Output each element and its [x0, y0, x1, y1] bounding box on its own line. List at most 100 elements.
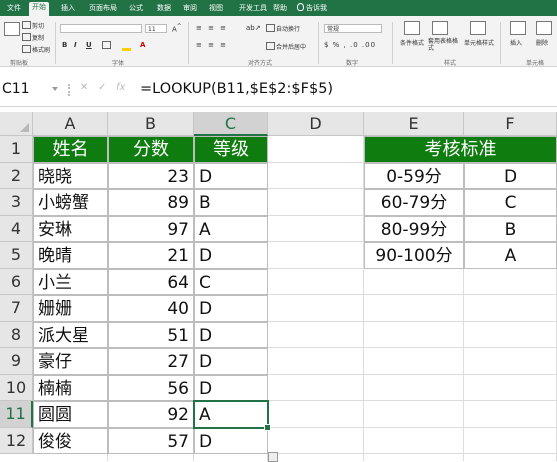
insert-cells-button[interactable]: 插入: [510, 38, 522, 47]
tab-insert[interactable]: 插入: [58, 3, 78, 16]
copy-button[interactable]: 复制: [22, 33, 44, 42]
row-header-12[interactable]: 12: [0, 427, 33, 454]
criteria-range-cell[interactable]: 90-100分: [364, 242, 464, 269]
format-as-table-icon[interactable]: [432, 21, 448, 35]
grade-cell[interactable]: D: [194, 427, 268, 454]
name-cell[interactable]: 圆圆: [33, 401, 108, 428]
number-format-box[interactable]: 常规: [324, 24, 382, 33]
cell-styles-icon[interactable]: [470, 21, 486, 35]
format-painter-button[interactable]: 格式刷: [22, 45, 50, 54]
delete-cells-button[interactable]: 删除: [536, 38, 548, 47]
tab-view[interactable]: 视图: [206, 3, 226, 16]
score-cell[interactable]: 40: [108, 295, 194, 322]
tab-formulas[interactable]: 公式: [126, 3, 146, 16]
merge-center-button[interactable]: 合并后居中: [266, 42, 306, 51]
fill-handle[interactable]: [264, 423, 271, 431]
bold-button[interactable]: B: [62, 41, 67, 49]
row-header-6[interactable]: 6: [0, 268, 33, 295]
font-name-box[interactable]: [60, 24, 142, 33]
tab-file[interactable]: 文件: [4, 3, 24, 16]
score-cell[interactable]: 57: [108, 427, 194, 454]
score-cell[interactable]: 56: [108, 374, 194, 401]
tab-home[interactable]: 开始: [29, 2, 49, 16]
grade-cell[interactable]: D: [194, 295, 268, 322]
criteria-range-cell[interactable]: 80-99分: [364, 215, 464, 242]
font-size-box[interactable]: 11: [145, 24, 167, 33]
column-header-e[interactable]: E: [364, 112, 464, 136]
italic-button[interactable]: I: [74, 41, 77, 49]
grade-cell[interactable]: D: [194, 242, 268, 269]
cancel-icon[interactable]: ✕: [80, 82, 88, 93]
worksheet-grid[interactable]: A B C D E F 1 2 3 4 5 6 7 8 9 10 11 12 姓名 分数 等级 晓晓 23 D 小螃蟹 89 B 安琳…: [0, 112, 557, 462]
score-cell[interactable]: 23: [108, 162, 194, 189]
formula-bar-grip[interactable]: [68, 84, 72, 96]
format-as-table-button[interactable]: 套用表格格式: [428, 38, 458, 52]
tell-me-search[interactable]: 告诉我: [294, 3, 330, 16]
table-header-cell[interactable]: 等级: [194, 136, 268, 163]
score-cell[interactable]: 21: [108, 242, 194, 269]
insert-cells-icon[interactable]: [510, 21, 526, 35]
row-header-8[interactable]: 8: [0, 321, 33, 348]
conditional-format-icon[interactable]: [404, 21, 420, 35]
cut-button[interactable]: 剪切: [22, 21, 44, 30]
criteria-range-cell[interactable]: 60-79分: [364, 189, 464, 216]
vertical-align-icons[interactable]: ≡ ≡ ≡: [196, 24, 228, 32]
conditional-format-button[interactable]: 条件格式: [400, 38, 424, 47]
criteria-grade-cell[interactable]: C: [464, 189, 557, 216]
row-header-3[interactable]: 3: [0, 189, 33, 216]
name-cell[interactable]: 姗姗: [33, 295, 108, 322]
grade-cell[interactable]: D: [194, 374, 268, 401]
name-cell[interactable]: 晓晓: [33, 162, 108, 189]
fill-color-icon[interactable]: [122, 48, 131, 51]
criteria-grade-cell[interactable]: A: [464, 242, 557, 269]
grade-cell[interactable]: A: [194, 215, 268, 242]
grade-cell[interactable]: B: [194, 189, 268, 216]
table-header-cell[interactable]: 姓名: [33, 136, 108, 163]
column-header-c[interactable]: C: [194, 112, 268, 136]
tab-help[interactable]: 帮助: [270, 3, 290, 16]
row-header-7[interactable]: 7: [0, 295, 33, 322]
score-cell[interactable]: 27: [108, 348, 194, 375]
number-format-icons[interactable]: $ % , .0 .00: [324, 41, 376, 49]
horizontal-align-icons[interactable]: ≡ ≡ ≡: [196, 41, 228, 49]
column-header-b[interactable]: B: [108, 112, 194, 136]
orientation-icon[interactable]: ab↗: [246, 24, 261, 32]
row-header-9[interactable]: 9: [0, 348, 33, 375]
row-header-10[interactable]: 10: [0, 374, 33, 401]
row-header-5[interactable]: 5: [0, 242, 33, 269]
name-cell[interactable]: 小兰: [33, 268, 108, 295]
column-header-f[interactable]: F: [464, 112, 557, 136]
column-header-d[interactable]: D: [268, 112, 364, 136]
column-header-a[interactable]: A: [33, 112, 108, 136]
criteria-grade-cell[interactable]: D: [464, 162, 557, 189]
name-cell[interactable]: 晚晴: [33, 242, 108, 269]
name-cell[interactable]: 派大星: [33, 321, 108, 348]
grade-cell[interactable]: D: [194, 321, 268, 348]
tab-review[interactable]: 审阅: [180, 3, 200, 16]
name-cell[interactable]: 小螃蟹: [33, 189, 108, 216]
name-cell[interactable]: 安琳: [33, 215, 108, 242]
criteria-title-cell[interactable]: 考核标准: [364, 136, 557, 163]
tab-page-layout[interactable]: 页面布局: [86, 3, 120, 16]
grade-cell[interactable]: C: [194, 268, 268, 295]
grade-cell[interactable]: D: [194, 348, 268, 375]
cell-styles-button[interactable]: 单元格样式: [464, 38, 494, 47]
row-header-4[interactable]: 4: [0, 215, 33, 242]
score-cell[interactable]: 97: [108, 215, 194, 242]
delete-cells-icon[interactable]: [536, 21, 552, 35]
formula-input[interactable]: =LOOKUP(B11,$E$2:$F$5): [140, 78, 333, 100]
row-header-11[interactable]: 11: [0, 401, 33, 428]
tab-data[interactable]: 数据: [154, 3, 174, 16]
border-icon[interactable]: [102, 41, 112, 50]
insert-function-icon[interactable]: fx: [116, 82, 125, 93]
name-cell[interactable]: 楠楠: [33, 374, 108, 401]
font-grow-icon[interactable]: A^: [172, 24, 182, 33]
wrap-text-button[interactable]: 自动换行: [266, 24, 300, 33]
score-cell[interactable]: 89: [108, 189, 194, 216]
row-header-2[interactable]: 2: [0, 162, 33, 189]
score-cell[interactable]: 64: [108, 268, 194, 295]
underline-button[interactable]: U: [86, 41, 92, 49]
score-cell[interactable]: 92: [108, 401, 194, 428]
score-cell[interactable]: 51: [108, 321, 194, 348]
grade-cell[interactable]: D: [194, 162, 268, 189]
